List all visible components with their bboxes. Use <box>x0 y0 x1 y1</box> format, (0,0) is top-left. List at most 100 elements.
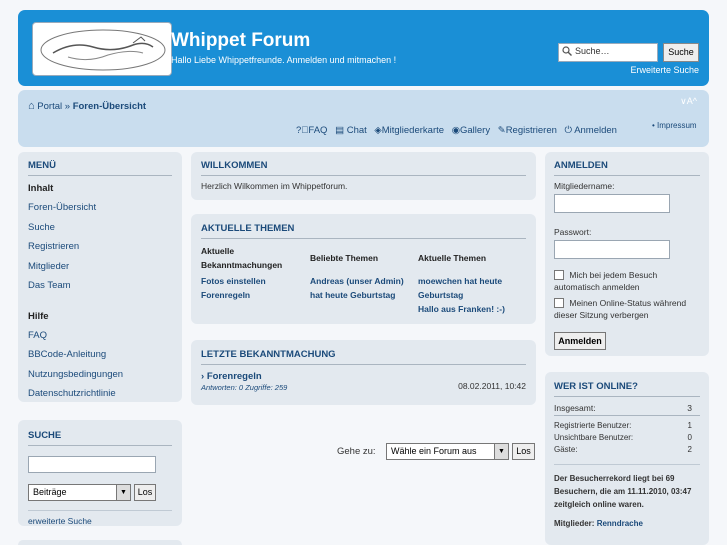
online-guests-value: 2 <box>687 445 692 454</box>
whippet-logo-icon <box>40 29 166 71</box>
jumpbox-value: Wähle ein Forum aus <box>391 446 477 456</box>
menu-item-members[interactable]: Mitglieder <box>28 257 172 277</box>
nav-faq[interactable]: ?⃝FAQ <box>296 125 327 136</box>
breadcrumb-separator: » <box>64 101 71 112</box>
navbar: ⌂ Portal » Foren-Übersicht ∨A^ ?⃝FAQ ▤ C… <box>18 90 709 147</box>
header-search-button[interactable]: Suche <box>663 43 699 62</box>
menu-item-team[interactable]: Das Team <box>28 276 172 296</box>
nav-login[interactable]: ⏻ Anmelden <box>565 125 617 136</box>
password-input[interactable] <box>554 240 670 259</box>
username-label: Mitgliedername: <box>554 181 615 191</box>
power-icon: ⏻ <box>564 125 575 136</box>
chevron-down-icon: ▼ <box>494 444 508 459</box>
menu-item-register[interactable]: Registrieren <box>28 237 172 257</box>
topic-link[interactable]: Fotos einstellen <box>201 274 306 288</box>
home-icon: ⌂ <box>28 100 35 112</box>
menu-item-search[interactable]: Suche <box>28 218 172 238</box>
menu-section-help: Hilfe <box>28 310 49 322</box>
breadcrumb-current[interactable]: Foren-Übersicht <box>73 101 146 112</box>
site-header: Whippet Forum Hallo Liebe Whippetfreunde… <box>18 10 709 86</box>
hide-status-checkbox[interactable] <box>554 298 564 308</box>
jumpbox-select[interactable]: Wähle ein Forum aus ▼ <box>386 443 509 460</box>
autologin-label: Mich bei jedem Besuch automatisch anmeld… <box>554 270 658 292</box>
welcome-panel: WILLKOMMEN Herzlich Wilkommen im Whippet… <box>191 152 536 200</box>
online-member-link[interactable]: Renndrache <box>597 519 643 528</box>
announcement-date: 08.02.2011, 10:42 <box>458 381 526 391</box>
topics-col2-heading: Beliebte Themen <box>310 253 379 263</box>
font-size-controls[interactable]: ∨A^ <box>680 96 697 107</box>
register-icon: ✎ <box>497 125 506 136</box>
site-logo[interactable] <box>32 22 172 76</box>
menu-item-faq[interactable]: FAQ <box>28 326 172 346</box>
menu-item-privacy[interactable]: Datenschutzrichtlinie <box>28 384 172 404</box>
online-guests-label: Gäste: <box>554 445 578 454</box>
hide-status-label: Meinen Online-Status während dieser Sitz… <box>554 298 687 320</box>
site-description: Hallo Liebe Whippetfreunde. Anmelden und… <box>171 55 397 65</box>
nav-impressum-label: Impressum <box>657 121 697 130</box>
nav-register-label: Registrieren <box>505 125 557 136</box>
map-icon: ◈ <box>374 125 382 136</box>
nav-impressum[interactable]: • Impressum <box>652 121 697 130</box>
nav-member-map-label: Mitgliederkarte <box>381 125 445 136</box>
online-record-text: Der Besucherrekord liegt bei 69 Besucher… <box>554 464 700 511</box>
search-type-select[interactable]: Beiträge ▼ <box>28 484 131 501</box>
welcome-title: WILLKOMMEN <box>201 160 526 176</box>
welcome-text: Herzlich Wilkommen im Whippetforum. <box>201 181 348 191</box>
gallery-icon: ◉ <box>451 125 460 136</box>
site-title[interactable]: Whippet Forum <box>171 30 310 52</box>
menu-item-terms[interactable]: Nutzungsbedingungen <box>28 365 172 385</box>
menu-title: MENÜ <box>28 160 172 176</box>
search-panel: SUCHE Beiträge ▼ Los erweiterte Suche <box>18 420 182 526</box>
menu-item-forum-index[interactable]: Foren-Übersicht <box>28 198 172 218</box>
topic-link[interactable]: Forenregeln <box>201 288 306 302</box>
announcement-topic-link[interactable]: Forenregeln <box>207 371 262 382</box>
nav-faq-label: FAQ <box>308 125 328 136</box>
online-registered-value: 1 <box>687 421 692 430</box>
username-input[interactable] <box>554 194 670 213</box>
topics-col3-heading: Aktuelle Themen <box>418 253 487 263</box>
breadcrumb: ⌂ Portal » Foren-Übersicht <box>28 100 146 112</box>
sidebar-search-button[interactable]: Los <box>134 484 156 501</box>
login-title: ANMELDEN <box>554 160 700 176</box>
breadcrumb-portal[interactable]: Portal <box>37 101 62 112</box>
autologin-checkbox[interactable] <box>554 270 564 280</box>
search-panel-title: SUCHE <box>28 430 172 446</box>
search-placeholder: Suche… <box>575 46 610 56</box>
header-search-input[interactable]: Suche… <box>558 43 658 62</box>
login-panel: ANMELDEN Mitgliedername: Passwort: Mich … <box>545 152 709 356</box>
nav-register[interactable]: ✎Registrieren <box>498 125 557 136</box>
sidebar-panel-partial <box>18 540 182 545</box>
topics-col1-heading: Aktuelle Bekanntmachungen <box>201 246 283 270</box>
login-button[interactable]: Anmelden <box>554 332 606 350</box>
sidebar-search-input[interactable] <box>28 456 156 473</box>
topics-title: AKTUELLE THEMEN <box>201 223 526 239</box>
nav-gallery-label: Gallery <box>459 125 491 136</box>
nav-chat[interactable]: ▤ Chat <box>335 125 367 136</box>
announcement-meta: Antworten: 0 Zugriffe: 259 <box>201 383 288 392</box>
chevron-down-icon: ▼ <box>116 485 130 500</box>
password-label: Passwort: <box>554 227 592 237</box>
nav-member-map[interactable]: ◈Mitgliederkarte <box>374 125 444 136</box>
menu-section-content: Inhalt <box>28 183 54 194</box>
search-icon <box>562 46 572 58</box>
menu-item-bbcode[interactable]: BBCode-Anleitung <box>28 345 172 365</box>
arrow-right-icon: › <box>201 371 205 382</box>
sidebar-advanced-search-link[interactable]: erweiterte Suche <box>28 510 172 526</box>
online-hidden-value: 0 <box>687 433 692 442</box>
announcement-title: LETZTE BEKANNTMACHUNG <box>201 349 526 365</box>
topic-link[interactable]: moewchen hat heute Geburtstag <box>418 274 528 302</box>
nav-chat-label: Chat <box>346 125 367 136</box>
online-registered-label: Registrierte Benutzer: <box>554 421 632 430</box>
jumpbox-button[interactable]: Los <box>512 443 535 460</box>
online-total-value: 3 <box>687 403 692 413</box>
topic-link[interactable]: Andreas (unser Admin) hat heute Geburtst… <box>310 274 415 302</box>
help-icon: ?⃝ <box>296 125 309 136</box>
nav-login-label: Anmelden <box>574 125 617 136</box>
advanced-search-link[interactable]: Erweiterte Suche <box>578 65 699 75</box>
online-hidden-label: Unsichtbare Benutzer: <box>554 433 634 442</box>
online-title: WER IST ONLINE? <box>554 381 700 397</box>
menu-panel: MENÜ Inhalt Foren-Übersicht Suche Regist… <box>18 152 182 402</box>
nav-gallery[interactable]: ◉Gallery <box>452 125 490 136</box>
topic-link[interactable]: Hallo aus Franken! :-) <box>418 302 528 316</box>
search-type-value: Beiträge <box>33 487 67 497</box>
